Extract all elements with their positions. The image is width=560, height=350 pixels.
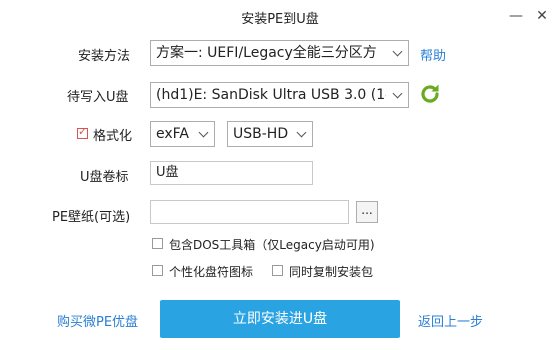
chevron-down-icon xyxy=(394,90,402,98)
close-icon[interactable]: ✕ xyxy=(532,6,552,26)
format-checkbox[interactable] xyxy=(77,125,88,139)
minimize-icon[interactable]: — xyxy=(506,6,526,26)
install-method-label: 安装方法 xyxy=(78,49,131,64)
filesystem-value: exFA xyxy=(156,126,189,142)
target-disk-label: 待写入U盘 xyxy=(67,90,129,105)
install-method-select[interactable]: 方案一: UEFI/Legacy全能三分区方 xyxy=(150,40,409,66)
chevron-down-icon xyxy=(200,129,208,137)
browse-button[interactable]: ... xyxy=(356,201,378,223)
buy-usb-link[interactable]: 购买微PE优盘 xyxy=(57,311,138,330)
volume-label-input[interactable]: U盘 xyxy=(150,161,313,185)
boot-mode-value: USB-HD xyxy=(233,126,289,142)
help-link[interactable]: 帮助 xyxy=(420,45,446,64)
back-link[interactable]: 返回上一步 xyxy=(418,311,483,330)
target-disk-select[interactable]: (hd1)E: SanDisk Ultra USB 3.0 (14 xyxy=(150,82,409,108)
boot-mode-select[interactable]: USB-HD xyxy=(227,121,313,147)
install-button[interactable]: 立即安装进U盘 xyxy=(160,300,400,338)
format-label: 格式化 xyxy=(93,129,133,144)
copy-installer-label: 同时复制安装包 xyxy=(289,265,374,279)
dos-toolbox-checkbox[interactable] xyxy=(152,238,163,249)
wallpaper-label: PE壁纸(可选) xyxy=(52,210,131,225)
install-method-value: 方案一: UEFI/Legacy全能三分区方 xyxy=(156,45,377,61)
filesystem-select[interactable]: exFA xyxy=(150,121,215,147)
wallpaper-input[interactable] xyxy=(150,200,349,224)
title-bar: 安装PE到U盘 — ✕ xyxy=(0,0,560,34)
chevron-down-icon xyxy=(298,129,306,137)
volume-label: U盘卷标 xyxy=(80,170,129,185)
custom-drive-icon-checkbox[interactable] xyxy=(152,265,163,276)
target-disk-value: (hd1)E: SanDisk Ultra USB 3.0 (14 xyxy=(156,87,386,103)
window-title: 安装PE到U盘 xyxy=(241,12,319,27)
dos-toolbox-label: 包含DOS工具箱（仅Legacy启动可用) xyxy=(169,238,375,252)
refresh-icon[interactable] xyxy=(418,82,442,106)
copy-installer-checkbox[interactable] xyxy=(272,265,283,276)
custom-drive-icon-label: 个性化盘符图标 xyxy=(169,265,254,279)
chevron-down-icon xyxy=(394,48,402,56)
